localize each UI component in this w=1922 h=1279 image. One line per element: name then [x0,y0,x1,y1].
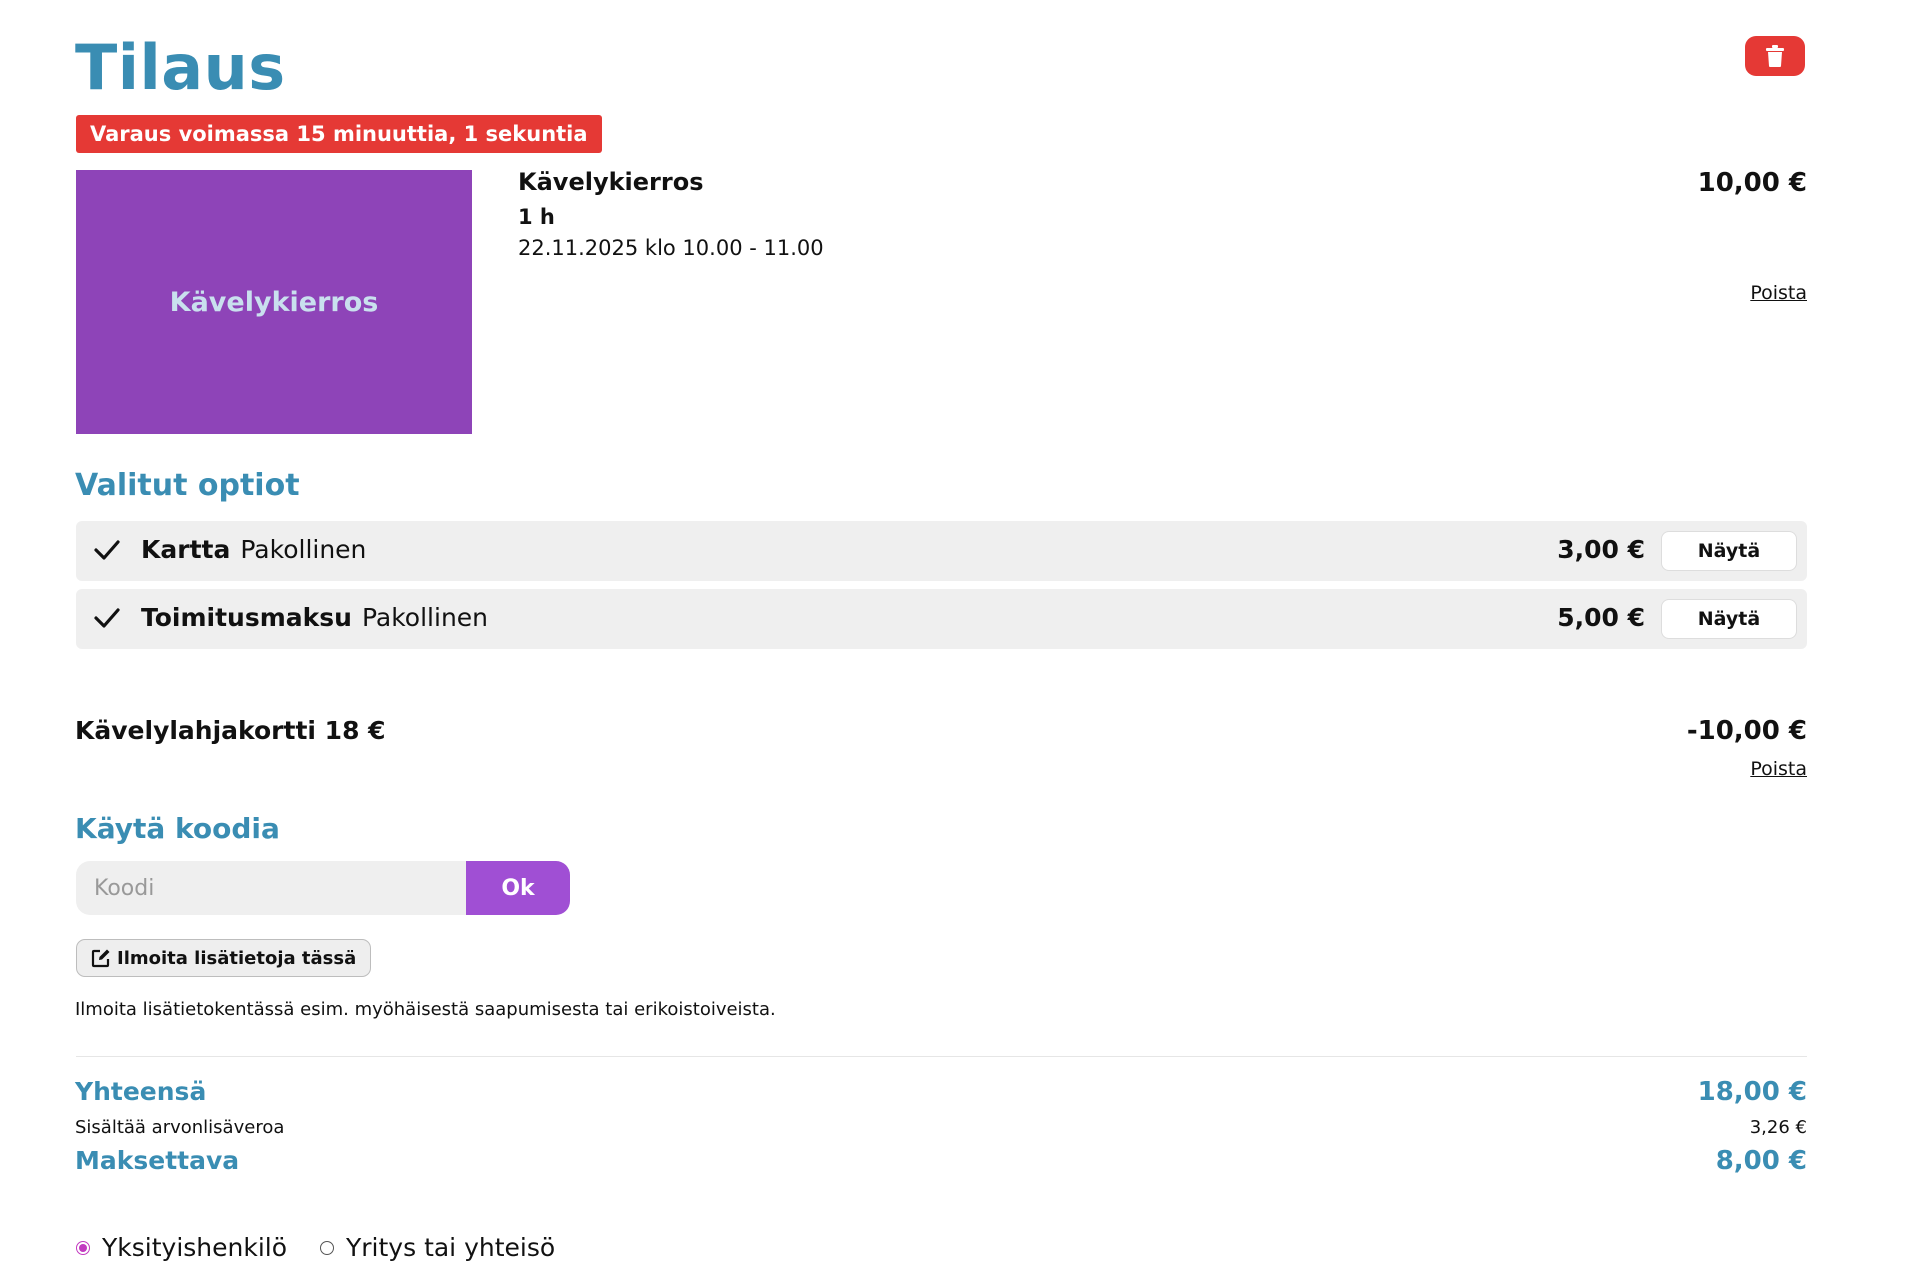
radio-selected-icon [76,1240,90,1255]
customer-type-company-radio[interactable]: Yritys tai yhteisö [320,1233,555,1262]
code-input[interactable] [76,861,466,915]
option-row: Toimitusmaksu Pakollinen 5,00 € Näytä [76,589,1807,649]
product-image-label: Kävelykierros [169,286,379,318]
trash-icon [1766,45,1784,67]
check-icon [94,540,120,560]
total-value: 18,00 € [1697,1077,1807,1107]
total-label: Yhteensä [75,1077,207,1106]
page-title: Tilaus [75,31,286,104]
check-icon [94,608,120,628]
option-name: Toimitusmaksu [141,603,352,632]
payable-value: 8,00 € [1715,1146,1807,1176]
customer-type-private-label: Yksityishenkilö [102,1233,288,1262]
option-row: Kartta Pakollinen 3,00 € Näytä [76,521,1807,581]
option-tag: Pakollinen [361,603,489,632]
customer-type-private-radio[interactable]: Yksityishenkilö [76,1233,287,1262]
product-duration: 1 h [518,205,555,229]
options-title: Valitut optiot [75,468,300,503]
remove-voucher-link[interactable]: Poista [1750,758,1807,780]
product-date: 22.11.2025 klo 10.00 - 11.00 [518,236,824,260]
radio-unselected-icon [320,1240,334,1255]
delete-order-button[interactable] [1745,36,1805,76]
extra-info-button[interactable]: Ilmoita lisätietoja tässä [76,939,372,977]
reservation-timer-badge: Varaus voimassa 15 minuuttia, 1 sekuntia [76,115,602,153]
edit-icon [91,949,110,968]
product-name: Kävelykierros [518,168,704,196]
vat-label: Sisältää arvonlisäveroa [75,1117,285,1138]
divider [76,1056,1807,1057]
payable-label: Maksettava [75,1146,240,1175]
voucher-amount: -10,00 € [1686,716,1807,746]
option-price: 5,00 € [1557,603,1645,632]
customer-type-company-label: Yritys tai yhteisö [346,1233,556,1262]
code-title: Käytä koodia [75,812,280,845]
voucher-name: Kävelylahjakortti 18 € [75,716,386,745]
extra-info-button-label: Ilmoita lisätietoja tässä [117,947,357,969]
apply-code-button[interactable]: Ok [466,861,570,915]
option-tag: Pakollinen [240,535,367,564]
vat-value: 3,26 € [1749,1117,1807,1138]
show-option-button[interactable]: Näytä [1661,599,1797,639]
product-price: 10,00 € [1697,168,1807,198]
remove-product-link[interactable]: Poista [1750,282,1807,304]
option-name: Kartta [141,535,231,564]
show-option-button[interactable]: Näytä [1661,531,1797,571]
option-price: 3,00 € [1557,535,1645,564]
product-image: Kävelykierros [76,170,472,434]
extra-info-help-text: Ilmoita lisätietokentässä esim. myöhäise… [75,999,776,1020]
